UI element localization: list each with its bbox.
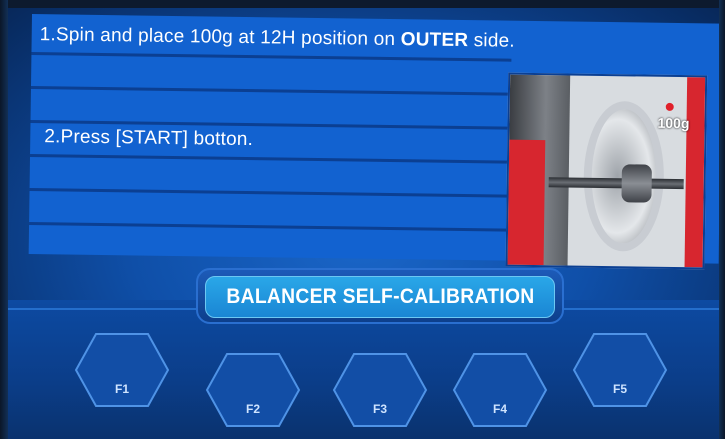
- instruction-line-2: 2.Press [START] botton.: [44, 126, 254, 151]
- f4-key[interactable]: F4: [452, 350, 548, 430]
- screen-title: BALANCER SELF-CALIBRATION: [225, 285, 535, 308]
- hexagon-icon: [74, 333, 170, 407]
- red-panel-left: [507, 139, 546, 266]
- screen-bezel-left: [0, 0, 8, 439]
- panel-divider: [29, 187, 510, 198]
- hub-graphic: [621, 164, 652, 203]
- f3-label: F3: [372, 402, 387, 416]
- f1-key[interactable]: F1: [74, 330, 170, 410]
- instruction-line-1-emphasis: OUTER: [400, 29, 469, 52]
- f4-label: F4: [492, 402, 507, 416]
- shaft-graphic: [548, 177, 684, 190]
- hexagon-icon: [332, 353, 428, 427]
- instruction-panel: 1.Spin and place 100g at 12H position on…: [28, 14, 722, 270]
- panel-divider: [30, 85, 511, 96]
- balancer-screen: 1.Spin and place 100g at 12H position on…: [0, 0, 725, 439]
- f3-key[interactable]: F3: [332, 350, 428, 430]
- f1-label: F1: [114, 382, 129, 396]
- f2-label: F2: [245, 402, 260, 416]
- instruction-line-1-suffix: side.: [468, 30, 515, 52]
- screen-bezel-top: [0, 0, 725, 8]
- f5-label: F5: [612, 382, 627, 396]
- title-banner: BALANCER SELF-CALIBRATION: [205, 276, 555, 318]
- hexagon-icon: [572, 333, 668, 407]
- weight-label: 100g: [657, 114, 690, 132]
- hexagon-icon: [452, 353, 548, 427]
- f5-key[interactable]: F5: [572, 330, 668, 410]
- panel-divider: [31, 51, 512, 62]
- instruction-line-1: 1.Spin and place 100g at 12H position on…: [40, 24, 515, 53]
- weight-marker-icon: [665, 102, 674, 111]
- panel-divider: [29, 221, 510, 232]
- screen-bezel-right: [719, 0, 725, 439]
- panel-divider: [30, 153, 510, 164]
- f2-key[interactable]: F2: [205, 350, 301, 430]
- instruction-line-1-prefix: 1.Spin and place 100g at 12H position on: [39, 24, 401, 51]
- red-panel-right: [684, 77, 706, 268]
- wheel-illustration: 100g: [505, 72, 708, 270]
- hexagon-icon: [205, 353, 301, 427]
